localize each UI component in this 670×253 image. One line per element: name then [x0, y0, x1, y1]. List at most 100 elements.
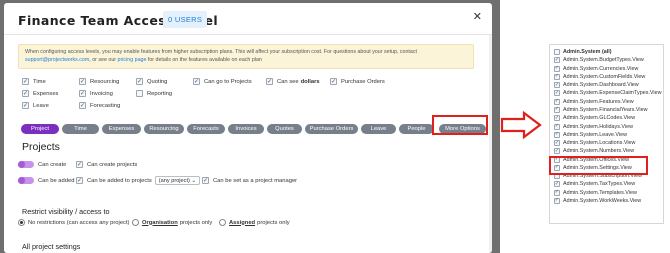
- permission-label: Admin.System.FinancialYears.View: [563, 106, 648, 113]
- feature-time[interactable]: ✓ Time: [22, 77, 46, 86]
- chevron-down-icon: ⌄: [191, 177, 197, 184]
- permission-label: Admin.System.GLCodes.View: [563, 115, 636, 122]
- feature-leave[interactable]: ✓ Leave: [22, 101, 49, 110]
- tab-forecasts[interactable]: Forecasts: [187, 124, 225, 134]
- permission-item[interactable]: ✓ Admin.System.Numbers.View: [554, 147, 661, 155]
- permissions-list-panel: Admin.System (all) ✓ Admin.System.BudgetTy…: [549, 44, 664, 224]
- check-icon: ✓: [554, 197, 560, 204]
- feature-label: Time: [33, 78, 46, 85]
- feature-invoicing[interactable]: ✓ Invoicing: [79, 89, 113, 98]
- permission-label: Admin.System.CustomFields.View: [563, 73, 646, 80]
- feature-label: Can go to Projects: [204, 78, 252, 85]
- permission-item[interactable]: ✓ Admin.System.WorkWeeks.View: [554, 197, 661, 205]
- permission-item[interactable]: ✓ Admin.System.Templates.View: [554, 189, 661, 197]
- feature-forecasting[interactable]: ✓ Forecasting: [79, 101, 120, 110]
- permission-item[interactable]: ✓ Admin.System.Locations.View: [554, 139, 661, 147]
- feature-resourcing[interactable]: ✓ Resourcing: [79, 77, 119, 86]
- permission-item[interactable]: ✓ Admin.System.Currencies.View: [554, 65, 661, 73]
- permission-item[interactable]: ✓ Admin.System.Holidays.View: [554, 122, 661, 130]
- feature-expenses[interactable]: ✓ Expenses: [22, 89, 58, 98]
- check-icon: ✓: [554, 81, 560, 89]
- feature-label: Expenses: [33, 90, 59, 97]
- subscription-notice: When configuring access levels, you may …: [18, 44, 474, 69]
- close-icon[interactable]: ✕: [473, 10, 482, 23]
- dialog-scrollbar[interactable]: [489, 35, 492, 253]
- check-icon: ✓: [202, 177, 209, 184]
- permission-label: Admin.System.ExpenseClaimTypes.View: [563, 90, 662, 97]
- feature-reporting[interactable]: Reporting: [136, 89, 172, 98]
- permission-item[interactable]: ✓ Admin.System.CustomFields.View: [554, 73, 661, 81]
- restriction-none-label: No restrictions (can access any project): [28, 219, 130, 226]
- support-email-link[interactable]: support@projectworks.com: [25, 57, 89, 63]
- permission-item[interactable]: ✓ Admin.System.Features.View: [554, 98, 661, 106]
- can-be-pm-label: Can be set as a project manager: [213, 177, 298, 184]
- permission-label: Admin.System.Templates.View: [563, 189, 637, 196]
- check-icon: ✓: [554, 114, 560, 122]
- restriction-org-label: projects only: [179, 219, 213, 226]
- feature-can-go-to-projects[interactable]: ✓ Can go to Projects: [193, 77, 252, 86]
- permission-item[interactable]: ✓ Admin.System.GLCodes.View: [554, 114, 661, 122]
- section-title-projects: Projects: [22, 141, 60, 153]
- restriction-none-option[interactable]: No restrictions (can access any project): [18, 219, 129, 226]
- tab-leave[interactable]: Leave: [361, 124, 396, 134]
- tab-time[interactable]: Time: [62, 124, 99, 134]
- feature-quoting[interactable]: ✓ Quoting: [136, 77, 167, 86]
- can-create-projects-option[interactable]: ✓ Can create projects: [76, 161, 137, 168]
- all-project-settings-heading: All project settings: [22, 242, 81, 251]
- users-count-badge: 0 USERS: [163, 11, 208, 28]
- can-be-added-to-projects-option[interactable]: ✓ Can be added to projects (any project)…: [76, 176, 201, 185]
- feature-purchase-orders[interactable]: ✓ Purchase Orders: [330, 77, 385, 86]
- can-be-added-toggle[interactable]: [18, 177, 34, 184]
- permission-item[interactable]: ✓ Admin.System.Dashboard.View: [554, 81, 661, 89]
- permission-label: Admin.System.Leave.View: [563, 131, 628, 138]
- feature-can-see-dollars[interactable]: ✓ Can see dollars: [266, 77, 320, 86]
- check-icon: ✓: [554, 56, 560, 64]
- feature-checkboxes: ✓ Time ✓ Resourcing ✓ Quoting ✓ Can go to Pr…: [22, 77, 402, 113]
- tab-quotes[interactable]: Quotes: [267, 124, 302, 134]
- check-icon: ✓: [554, 98, 560, 105]
- tab-people[interactable]: People: [399, 124, 434, 134]
- can-be-added-to-projects-label: Can be added to projects: [87, 177, 152, 184]
- check-icon: ✓: [79, 90, 86, 97]
- restriction-assigned-option[interactable]: Assigned projects only: [219, 219, 290, 226]
- project-scope-select[interactable]: (any project) ⌄: [154, 176, 201, 185]
- notice-text-2: , or see our: [89, 57, 117, 63]
- check-icon: ✓: [266, 78, 273, 85]
- permission-label: Admin.System.Features.View: [563, 98, 634, 105]
- check-icon: ✓: [136, 78, 143, 85]
- tab-invoices[interactable]: Invoices: [228, 124, 264, 134]
- permission-label: Admin.System.Currencies.View: [563, 65, 639, 72]
- permission-item[interactable]: Admin.System (all): [554, 48, 661, 56]
- permission-item[interactable]: ✓ Admin.System.Leave.View: [554, 131, 661, 139]
- check-icon: ✓: [554, 106, 560, 113]
- check-icon: ✓: [79, 78, 86, 85]
- notice-text: When configuring access levels, you may …: [25, 49, 417, 55]
- feature-label: Reporting: [147, 90, 173, 97]
- radio-unselected: [132, 219, 139, 226]
- checkbox-empty: [136, 90, 143, 97]
- feature-label: Can see: [277, 78, 299, 85]
- permission-item[interactable]: ✓ Admin.System.ExpenseClaimTypes.View: [554, 89, 661, 97]
- can-be-pm-option[interactable]: ✓ Can be set as a project manager: [202, 177, 297, 184]
- radio-selected: [18, 219, 25, 226]
- tab-expenses[interactable]: Expenses: [102, 124, 141, 134]
- dialog-header: Finance Team Access Level 0 USERS ✕: [4, 3, 492, 35]
- permission-label: Admin.System.Numbers.View: [563, 148, 635, 155]
- tab-resourcing[interactable]: Resourcing: [144, 124, 184, 134]
- check-icon: ✓: [554, 123, 560, 130]
- permission-item[interactable]: ✓ Admin.System.FinancialYears.View: [554, 106, 661, 114]
- can-create-toggle[interactable]: [18, 161, 34, 168]
- pricing-page-link[interactable]: pricing page: [118, 57, 147, 63]
- check-icon: ✓: [22, 78, 29, 85]
- permission-item[interactable]: ✓ Admin.System.BudgetTypes.View: [554, 56, 661, 64]
- notice-text-3: for details on the features available on…: [147, 57, 262, 63]
- checkbox-empty: [554, 49, 560, 56]
- tab-project[interactable]: Project: [21, 124, 59, 134]
- permission-item[interactable]: ✓ Admin.System.TaxTypes.View: [554, 180, 661, 188]
- check-icon: ✓: [554, 131, 560, 138]
- can-create-label: Can create: [38, 161, 67, 168]
- permission-label: Admin.System.Locations.View: [563, 140, 636, 147]
- tab-purchase-orders[interactable]: Purchase Orders: [305, 124, 358, 134]
- restriction-organisation-option[interactable]: Organisation projects only: [132, 219, 212, 226]
- project-scope-value: (any project): [158, 177, 190, 184]
